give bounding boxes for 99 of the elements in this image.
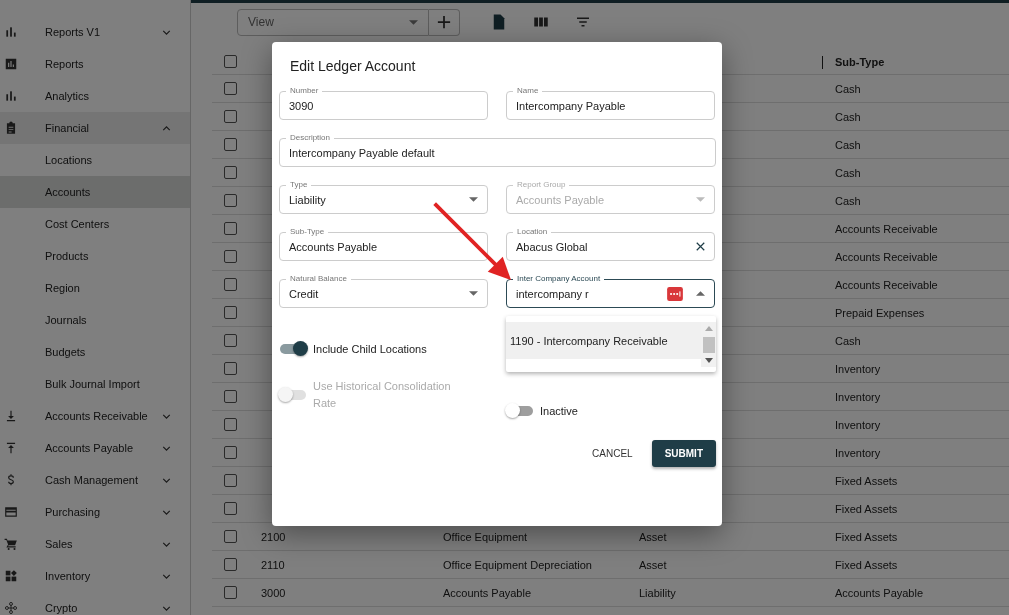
sidebar-item[interactable]: Cash Management	[0, 464, 190, 496]
table-cell: Fixed Assets	[835, 502, 898, 515]
toggle-label: Include Child Locations	[313, 341, 428, 357]
dropdown-arrow-icon	[469, 197, 478, 202]
scroll-up-icon[interactable]	[704, 326, 713, 331]
report-icon	[4, 57, 18, 71]
table-cell: 3000	[261, 586, 286, 599]
table-cell: 2110	[261, 558, 285, 571]
table-cell: Cash	[835, 138, 861, 151]
sidebar-item[interactable]: Reports	[0, 48, 190, 80]
toggle-label: Use Historical Consolidation Rate	[313, 379, 452, 411]
add-button[interactable]	[429, 8, 460, 36]
select-all-checkbox[interactable]	[224, 55, 237, 68]
row-checkbox[interactable]	[224, 278, 237, 291]
table-cell: Cash	[835, 166, 861, 179]
dropdown-up-arrow-icon	[696, 291, 705, 296]
dropdown-arrow-icon	[696, 197, 705, 202]
table-cell: Liability	[639, 586, 676, 599]
table-cell: Accounts Payable	[835, 586, 924, 599]
table-cell: Fixed Assets	[835, 530, 898, 543]
cancel-button[interactable]: CANCEL	[584, 440, 641, 467]
table-cell: Asset	[639, 558, 667, 571]
table-cell: Accounts Payable	[443, 586, 532, 599]
table-cell: Office Equipment	[443, 530, 528, 543]
table-cell: Asset	[639, 530, 667, 543]
row-checkbox[interactable]	[224, 530, 237, 543]
row-checkbox[interactable]	[224, 362, 237, 375]
toggle-label: Inactive	[540, 403, 579, 419]
sidebar-item[interactable]: Sales	[0, 528, 190, 560]
cart-icon	[4, 537, 18, 551]
table-cell: Accounts Receivable	[835, 250, 938, 263]
row-checkbox[interactable]	[224, 474, 237, 487]
table-cell: Prepaid Expenses	[835, 306, 925, 319]
sidebar-subitem[interactable]: Cost Centers	[0, 208, 190, 240]
row-checkbox[interactable]	[224, 306, 237, 319]
row-checkbox[interactable]	[224, 82, 237, 95]
bars-icon	[4, 25, 18, 39]
row-checkbox[interactable]	[224, 194, 237, 207]
sidebar-item[interactable]: Inventory	[0, 560, 190, 592]
column-header[interactable]: Sub-Type	[835, 55, 885, 68]
sidebar-item[interactable]: Analytics	[0, 80, 190, 112]
submit-button[interactable]: SUBMIT	[651, 440, 716, 467]
bars-icon	[4, 89, 18, 103]
row-checkbox[interactable]	[224, 446, 237, 459]
card-icon	[4, 505, 18, 519]
toggle-switch[interactable]	[280, 344, 306, 354]
row-checkbox[interactable]	[224, 110, 237, 123]
sidebar-item[interactable]: Accounts Receivable	[0, 400, 190, 432]
dialog-title: Edit Ledger Account	[290, 58, 416, 75]
password-manager-icon[interactable]	[667, 286, 683, 301]
sidebar-subitem[interactable]: Bulk Journal Import	[0, 368, 190, 400]
scroll-down-icon[interactable]	[704, 358, 713, 363]
dropdown-arrow-icon	[409, 19, 418, 25]
row-checkbox[interactable]	[224, 418, 237, 431]
scrollbar[interactable]	[701, 322, 716, 367]
sidebar-item[interactable]: Crypto	[0, 592, 190, 615]
table-cell: 2100	[261, 530, 286, 543]
view-select[interactable]: View	[237, 8, 429, 36]
table-cell: Cash	[835, 334, 861, 347]
row-checkbox[interactable]	[224, 390, 237, 403]
table-cell: Accounts Receivable	[835, 222, 938, 235]
row-checkbox[interactable]	[224, 250, 237, 263]
network-icon	[4, 601, 18, 615]
sidebar-item[interactable]: Accounts Payable	[0, 432, 190, 464]
sidebar-subitem[interactable]: Region	[0, 272, 190, 304]
download-icon	[4, 409, 18, 423]
table-cell: Fixed Assets	[835, 558, 898, 571]
table-cell: Inventory	[835, 418, 881, 431]
upload-icon	[4, 441, 18, 455]
table-cell: Fixed Assets	[835, 474, 898, 487]
table-cell: Cash	[835, 82, 861, 95]
sidebar-subitem[interactable]: Locations	[0, 144, 190, 176]
table-cell: Cash	[835, 194, 861, 207]
sidebar-subitem[interactable]: Products	[0, 240, 190, 272]
sidebar-subitem[interactable]: Journals	[0, 304, 190, 336]
sidebar-item[interactable]: Purchasing	[0, 496, 190, 528]
dropdown-arrow-icon	[469, 291, 478, 296]
row-checkbox[interactable]	[224, 586, 237, 599]
table-cell: Inventory	[835, 362, 881, 375]
row-checkbox[interactable]	[224, 334, 237, 347]
sidebar-item[interactable]: Reports V1	[0, 16, 190, 48]
row-checkbox[interactable]	[224, 166, 237, 179]
clipboard-icon	[4, 121, 18, 135]
dropdown-option[interactable]: 1190 - Intercompany Receivable	[506, 322, 701, 359]
table-cell: Inventory	[835, 390, 881, 403]
row-checkbox[interactable]	[224, 558, 237, 571]
table-cell: Inventory	[835, 446, 881, 459]
row-checkbox[interactable]	[224, 502, 237, 515]
row-checkbox[interactable]	[224, 222, 237, 235]
table-cell: Cash	[835, 110, 861, 123]
plus-icon	[437, 15, 451, 29]
sidebar-subitem[interactable]: Budgets	[0, 336, 190, 368]
widgets-icon	[4, 569, 18, 583]
sidebar-subitem[interactable]: Accounts	[0, 176, 190, 208]
table-cell: Accounts Receivable	[835, 278, 938, 291]
row-checkbox[interactable]	[224, 138, 237, 151]
table-cell: Office Equipment Depreciation	[443, 558, 592, 571]
toggle-switch[interactable]	[507, 406, 533, 416]
close-icon[interactable]	[696, 242, 705, 251]
